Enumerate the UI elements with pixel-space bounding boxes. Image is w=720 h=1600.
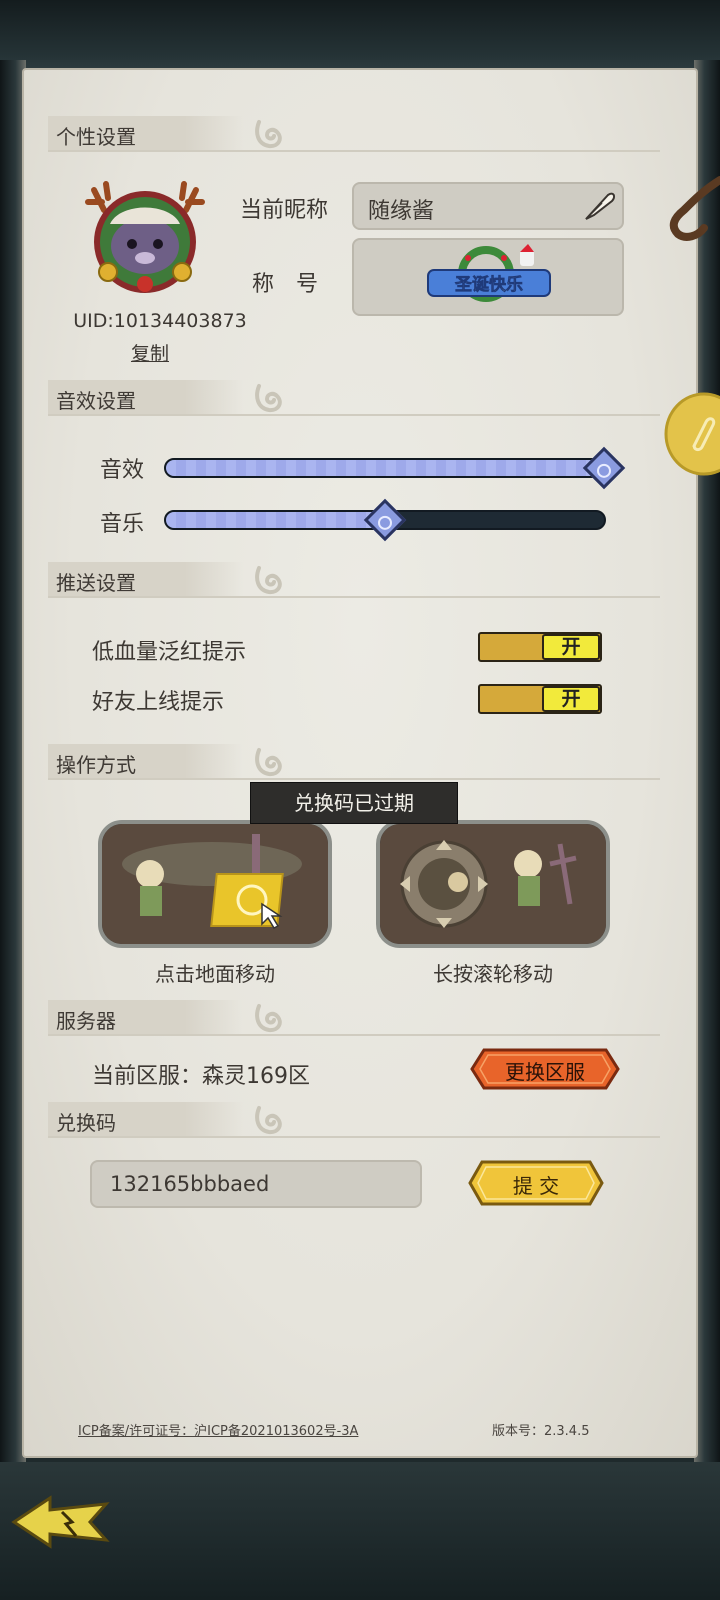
branch-decoration-icon: [669, 176, 720, 241]
change-server-button[interactable]: 更换区服: [470, 1048, 620, 1090]
section-title: 兑换码: [56, 1111, 116, 1135]
control-mode-wheel[interactable]: [376, 820, 610, 948]
swirl-deco-icon: [255, 120, 282, 149]
low-hp-alert-toggle[interactable]: 开: [478, 632, 602, 662]
nickname-value: 随缘酱: [368, 199, 435, 224]
joystick-preview: [380, 824, 606, 944]
christmas-title-badge: 圣诞快乐: [427, 244, 551, 302]
low-hp-alert-label: 低血量泛红提示: [92, 640, 247, 665]
sfx-slider[interactable]: [164, 446, 626, 490]
feather-edit-icon[interactable]: [582, 189, 616, 223]
swirl-deco-icon: [255, 384, 282, 413]
section-title: 音效设置: [56, 389, 136, 413]
friend-online-alert-label: 好友上线提示: [92, 690, 225, 715]
music-slider[interactable]: [164, 498, 606, 542]
title-field[interactable]: 圣诞快乐: [352, 238, 624, 316]
swirl-deco-icon: [255, 1106, 282, 1135]
sfx-label: 音效: [100, 458, 145, 483]
title-badge-text: 圣诞快乐: [455, 274, 523, 295]
copy-uid-link[interactable]: 复制: [110, 339, 190, 366]
section-push: 推送设置: [48, 562, 660, 598]
section-title: 推送设置: [56, 571, 136, 595]
section-control: 操作方式: [48, 744, 660, 780]
submit-code-button[interactable]: 提 交: [468, 1160, 604, 1206]
nickname-field[interactable]: 随缘酱: [352, 182, 624, 230]
change-server-label: 更换区服: [505, 1060, 585, 1084]
section-title: 服务器: [56, 1009, 116, 1033]
section-server: 服务器: [48, 1000, 660, 1036]
sfx-slider-fill: [166, 460, 604, 476]
top-frame: [0, 0, 720, 70]
swirl-deco-icon: [255, 748, 282, 777]
control-mode-tap-caption: 点击地面移动: [155, 962, 275, 986]
toggle-state: 开: [542, 634, 600, 660]
submit-code-label: 提 交: [512, 1174, 560, 1198]
toast-message: 兑换码已过期: [250, 782, 458, 824]
control-mode-wheel-caption: 长按滚轮移动: [433, 962, 553, 986]
section-redeem: 兑换码: [48, 1102, 660, 1138]
friend-online-alert-toggle[interactable]: 开: [478, 684, 602, 714]
nickname-label: 当前昵称: [240, 198, 329, 223]
section-sound: 音效设置: [48, 380, 660, 416]
avatar[interactable]: [84, 180, 206, 296]
swirl-deco-icon: [255, 566, 282, 595]
tap-to-move-preview: [102, 824, 328, 944]
version-text: 版本号：2.3.4.5: [492, 1424, 590, 1439]
music-slider-fill: [166, 512, 385, 528]
redeem-code-input[interactable]: [90, 1160, 422, 1208]
title-label: 称 号: [252, 272, 319, 297]
section-personal: 个性设置: [48, 116, 660, 152]
section-title: 操作方式: [56, 753, 136, 777]
paperclip-tab-icon[interactable]: [664, 392, 720, 476]
toggle-state: 开: [542, 686, 600, 712]
back-arrow-icon[interactable]: [10, 1492, 114, 1554]
icp-license-link[interactable]: ICP备案/许可证号：沪ICP备2021013602号-3A: [78, 1420, 358, 1439]
control-mode-tap[interactable]: [98, 820, 332, 948]
current-server-text: 当前区服：森灵169区: [92, 1064, 310, 1089]
uid-text: UID:10134403873: [73, 310, 247, 332]
swirl-deco-icon: [255, 1004, 282, 1033]
music-label: 音乐: [100, 512, 145, 537]
section-title: 个性设置: [56, 125, 136, 149]
